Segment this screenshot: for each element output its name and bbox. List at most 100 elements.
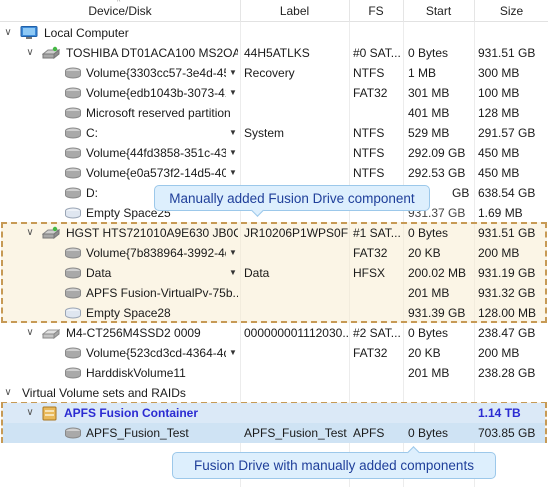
chevron-down-icon[interactable]: ∨ [24, 403, 36, 423]
row-size: 931.32 GB [478, 286, 536, 300]
fusion-drive-callout: Fusion Drive with manually added compone… [172, 446, 496, 479]
callout-text: Fusion Drive with manually added compone… [194, 458, 474, 473]
column-header: ^ Device/Disk Label FS Start Size [0, 0, 548, 22]
row-fs: FAT32 [353, 346, 388, 360]
volume-icon [65, 287, 81, 299]
row-name: APFS Fusion-VirtualPv-75b... [86, 286, 238, 300]
row-size: 128 MB [478, 106, 520, 120]
chevron-down-icon[interactable]: ∨ [24, 223, 36, 243]
row-label: 44H5ATLKS [244, 46, 310, 60]
tree-row-volume[interactable]: Volume{7b838964-3992-4d... ▼ FAT32 20 KB… [0, 243, 548, 263]
tree-row-virtual-sets[interactable]: ∨ Virtual Volume sets and RAIDs [0, 383, 548, 403]
tree-row-disk-hgst[interactable]: ∨ HGST HTS721010A9E630 JB0O... JR10206P1… [0, 223, 548, 243]
chevron-down-icon[interactable]: ∨ [2, 383, 14, 403]
tree-row-volume[interactable]: Volume{523cd3cd-4364-4d... ▼ FAT32 20 KB… [0, 343, 548, 363]
empty-space-icon [65, 307, 81, 319]
tree-row-disk-toshiba[interactable]: ∨ TOSHIBA DT01ACA100 MS2OA... 44H5ATLKS … [0, 43, 548, 63]
dropdown-arrow-icon[interactable]: ▼ [229, 243, 237, 263]
row-fs: NTFS [353, 126, 385, 140]
row-start: 931.39 GB [408, 306, 466, 320]
row-size: 450 MB [478, 166, 520, 180]
hard-drive-icon [42, 226, 60, 240]
chevron-down-icon[interactable]: ∨ [24, 323, 36, 343]
chevron-down-icon[interactable]: ∨ [24, 43, 36, 63]
tree-row-local-computer[interactable]: ∨ Local Computer [0, 23, 548, 43]
row-size: 1.14 TB [478, 406, 521, 420]
container-icon [42, 406, 57, 421]
column-device[interactable]: Device/Disk [0, 0, 240, 22]
volume-icon [65, 87, 81, 99]
tree-row-volume[interactable]: Volume{edb1043b-3073-41... ▼ FAT32 301 M… [0, 83, 548, 103]
tree-row-apfs-container[interactable]: ∨ APFS Fusion Container 1.14 TB [3, 403, 545, 423]
row-start: 201 MB [408, 286, 450, 300]
dropdown-arrow-icon[interactable]: ▼ [229, 83, 237, 103]
tree-row-disk-m4[interactable]: ∨ M4-CT256M4SSD2 0009 000000001112030...… [0, 323, 548, 343]
row-label [244, 283, 348, 303]
row-size: 450 MB [478, 146, 520, 160]
row-label: System [244, 126, 285, 140]
dropdown-arrow-icon[interactable]: ▼ [229, 263, 237, 283]
dropdown-arrow-icon[interactable]: ▼ [229, 343, 237, 363]
row-fs: #1 SAT... [353, 226, 401, 240]
column-fs[interactable]: FS [350, 0, 402, 22]
tree-row-volume[interactable]: Volume{e0a573f2-14d5-40... ▼ NTFS 292.53… [0, 163, 548, 183]
dropdown-arrow-icon[interactable]: ▼ [229, 143, 237, 163]
row-size: 200 MB [478, 346, 520, 360]
tree-row-volume[interactable]: APFS Fusion-VirtualPv-75b... 201 MB 931.… [0, 283, 548, 303]
row-label: APFS_Fusion_Test [244, 426, 347, 440]
row-fs [353, 363, 403, 383]
tree-row-volume[interactable]: Microsoft reserved partition 401 MB 128 … [0, 103, 548, 123]
volume-icon [65, 187, 81, 199]
row-size: 128.00 MB [478, 306, 537, 320]
row-size: 931.19 GB [478, 266, 536, 280]
row-fs: APFS [353, 426, 385, 440]
row-start: 201 MB [408, 366, 450, 380]
row-name: Volume{e0a573f2-14d5-40... [86, 166, 226, 180]
column-label[interactable]: Label [241, 0, 348, 22]
row-size: 638.54 GB [478, 186, 536, 200]
row-label: JR10206P1WPS0F [244, 226, 348, 240]
row-name: Local Computer [44, 26, 129, 40]
row-start: 0 Bytes [408, 426, 449, 440]
volume-icon [65, 167, 81, 179]
volume-icon [65, 347, 81, 359]
row-fs [353, 103, 403, 123]
row-label [244, 143, 348, 163]
tree-row-volume-c[interactable]: C: ▼ System NTFS 529 MB 291.57 GB [0, 123, 548, 143]
row-name: TOSHIBA DT01ACA100 MS2OA... [66, 46, 238, 60]
row-label: Recovery [244, 66, 295, 80]
row-name: D: [86, 186, 98, 200]
row-label [244, 363, 348, 383]
row-size: 238.28 GB [478, 366, 536, 380]
row-fs [353, 303, 403, 323]
chevron-down-icon[interactable]: ∨ [2, 23, 14, 43]
device-tree: ^ Device/Disk Label FS Start Size ∨ Loca… [0, 0, 548, 487]
row-start: 292.53 GB [408, 166, 466, 180]
row-start: 1 MB [408, 66, 437, 80]
tree-row-volume-data[interactable]: Data ▼ Data HFSX 200.02 MB 931.19 GB [0, 263, 548, 283]
tree-row-volume[interactable]: Volume{44fd3858-351c-43f... ▼ NTFS 292.0… [0, 143, 548, 163]
row-fs: HFSX [353, 266, 386, 280]
dropdown-arrow-icon[interactable]: ▼ [229, 123, 237, 143]
dropdown-arrow-icon[interactable]: ▼ [229, 63, 237, 83]
volume-icon [65, 367, 81, 379]
row-fs: FAT32 [353, 86, 388, 100]
tree-row-apfs-volume[interactable]: APFS_Fusion_Test APFS_Fusion_Test APFS 0… [3, 423, 545, 443]
column-size[interactable]: Size [475, 0, 548, 22]
column-start[interactable]: Start [404, 0, 473, 22]
row-name: Microsoft reserved partition [86, 106, 231, 120]
row-start: 292.09 GB [408, 146, 466, 160]
tree-row-empty-space[interactable]: Empty Space28 931.39 GB 128.00 MB [0, 303, 548, 323]
tree-row-volume[interactable]: Volume{3303cc57-3e4d-45... ▼ Recovery NT… [0, 63, 548, 83]
row-start: GB [452, 186, 470, 200]
row-size: 703.85 GB [478, 426, 536, 440]
row-fs: NTFS [353, 166, 385, 180]
dropdown-arrow-icon[interactable]: ▼ [229, 163, 237, 183]
row-name: HGST HTS721010A9E630 JB0O... [66, 226, 238, 240]
row-name: C: [86, 126, 98, 140]
row-name: Volume{523cd3cd-4364-4d... [86, 346, 226, 360]
row-size: 238.47 GB [478, 326, 536, 340]
row-size: 300 MB [478, 66, 520, 80]
volume-icon [65, 67, 81, 79]
tree-row-volume[interactable]: HarddiskVolume11 201 MB 238.28 GB [0, 363, 548, 383]
